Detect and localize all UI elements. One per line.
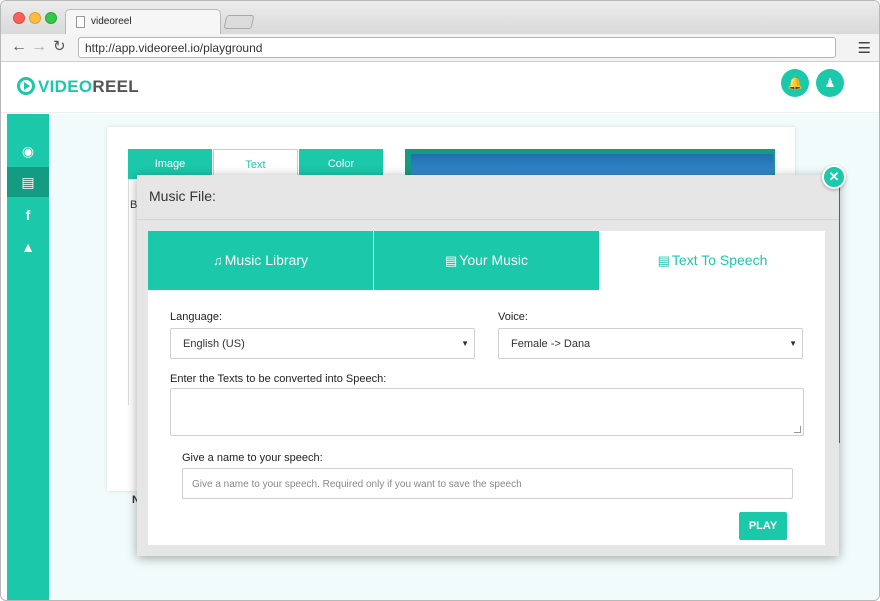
language-select-value: English (US) <box>183 338 245 350</box>
browser-window: videoreel ← → ↻ http://app.videoreel.io/… <box>0 0 880 601</box>
browser-titlebar: videoreel <box>1 1 879 34</box>
modal-body: ♫ Music Library ▤ Your Music ▤ Text To Spee… <box>148 231 825 545</box>
tab-label: Your Music <box>459 252 529 268</box>
speech-name-input[interactable]: Give a name to your speech. Required onl… <box>182 468 793 499</box>
new-tab-button[interactable] <box>223 15 255 29</box>
close-window-button[interactable] <box>13 12 25 24</box>
resize-handle-icon[interactable] <box>794 426 801 433</box>
address-bar-url: http://app.videoreel.io/playground <box>85 41 263 55</box>
speech-name-label: Give a name to your speech: <box>182 452 323 464</box>
speech-text-label: Enter the Texts to be converted into Spe… <box>170 373 387 385</box>
browser-toolbar: ← → ↻ http://app.videoreel.io/playground… <box>1 34 879 62</box>
laptop-icon[interactable]: ▤ <box>7 167 49 197</box>
tab-music-library[interactable]: ♫ Music Library <box>148 231 373 290</box>
dashboard-icon[interactable]: ◉ <box>7 136 49 166</box>
dropdown-arrow-icon: ▼ <box>461 339 469 348</box>
logo[interactable]: VIDEOREEL <box>38 77 139 97</box>
panel-divider <box>128 179 129 405</box>
play-button[interactable]: PLAY <box>739 512 787 540</box>
graduation-cap-icon[interactable]: ▲ <box>7 232 49 262</box>
browser-tab-title: videoreel <box>91 16 132 27</box>
voice-select-value: Female -> Dana <box>511 338 591 350</box>
music-note-icon: ♫ <box>213 253 223 268</box>
page-icon <box>76 16 85 28</box>
speech-text-input[interactable] <box>170 388 804 436</box>
modal-header: Music File: <box>137 175 839 220</box>
dropdown-arrow-icon: ▼ <box>789 339 797 348</box>
logo-reel-text: REEL <box>92 77 139 96</box>
app-header: VIDEOREEL 🔔 ♟ <box>1 63 879 113</box>
back-arrow-icon[interactable]: ← <box>11 38 27 56</box>
facebook-icon[interactable]: f <box>7 200 49 230</box>
notifications-bell-icon[interactable]: 🔔 <box>781 69 809 97</box>
modal-title: Music File: <box>149 188 216 204</box>
tab-your-music[interactable]: ▤ Your Music <box>374 231 599 290</box>
language-select[interactable]: English (US) ▼ <box>170 328 475 359</box>
logo-video-text: VIDEO <box>38 77 93 96</box>
hamburger-menu-icon[interactable]: ☰ <box>858 39 871 57</box>
text-file-icon: ▤ <box>657 253 670 268</box>
tab-label: Text To Speech <box>671 252 768 268</box>
language-label: Language: <box>170 311 222 323</box>
speech-name-placeholder: Give a name to your speech. Required onl… <box>192 479 522 490</box>
maximize-window-button[interactable] <box>45 12 57 24</box>
tab-label: Music Library <box>224 252 308 268</box>
voice-label: Voice: <box>498 311 528 323</box>
voice-select[interactable]: Female -> Dana ▼ <box>498 328 803 359</box>
music-file-modal: Music File: ♫ Music Library ▤ Your Music ▤… <box>137 175 839 556</box>
address-bar[interactable]: http://app.videoreel.io/playground <box>78 37 836 58</box>
forward-arrow-icon[interactable]: → <box>31 38 47 56</box>
sidebar: ◉ ▤ f ▲ <box>7 114 49 600</box>
user-profile-icon[interactable]: ♟ <box>816 69 844 97</box>
minimize-window-button[interactable] <box>29 12 41 24</box>
browser-tab[interactable]: videoreel <box>65 9 221 34</box>
tab-text-to-speech[interactable]: ▤ Text To Speech <box>600 231 825 290</box>
logo-play-icon <box>17 77 35 95</box>
reload-icon[interactable]: ↻ <box>53 38 66 56</box>
audio-file-icon: ▤ <box>444 253 458 268</box>
close-icon[interactable]: ✕ <box>822 165 846 189</box>
